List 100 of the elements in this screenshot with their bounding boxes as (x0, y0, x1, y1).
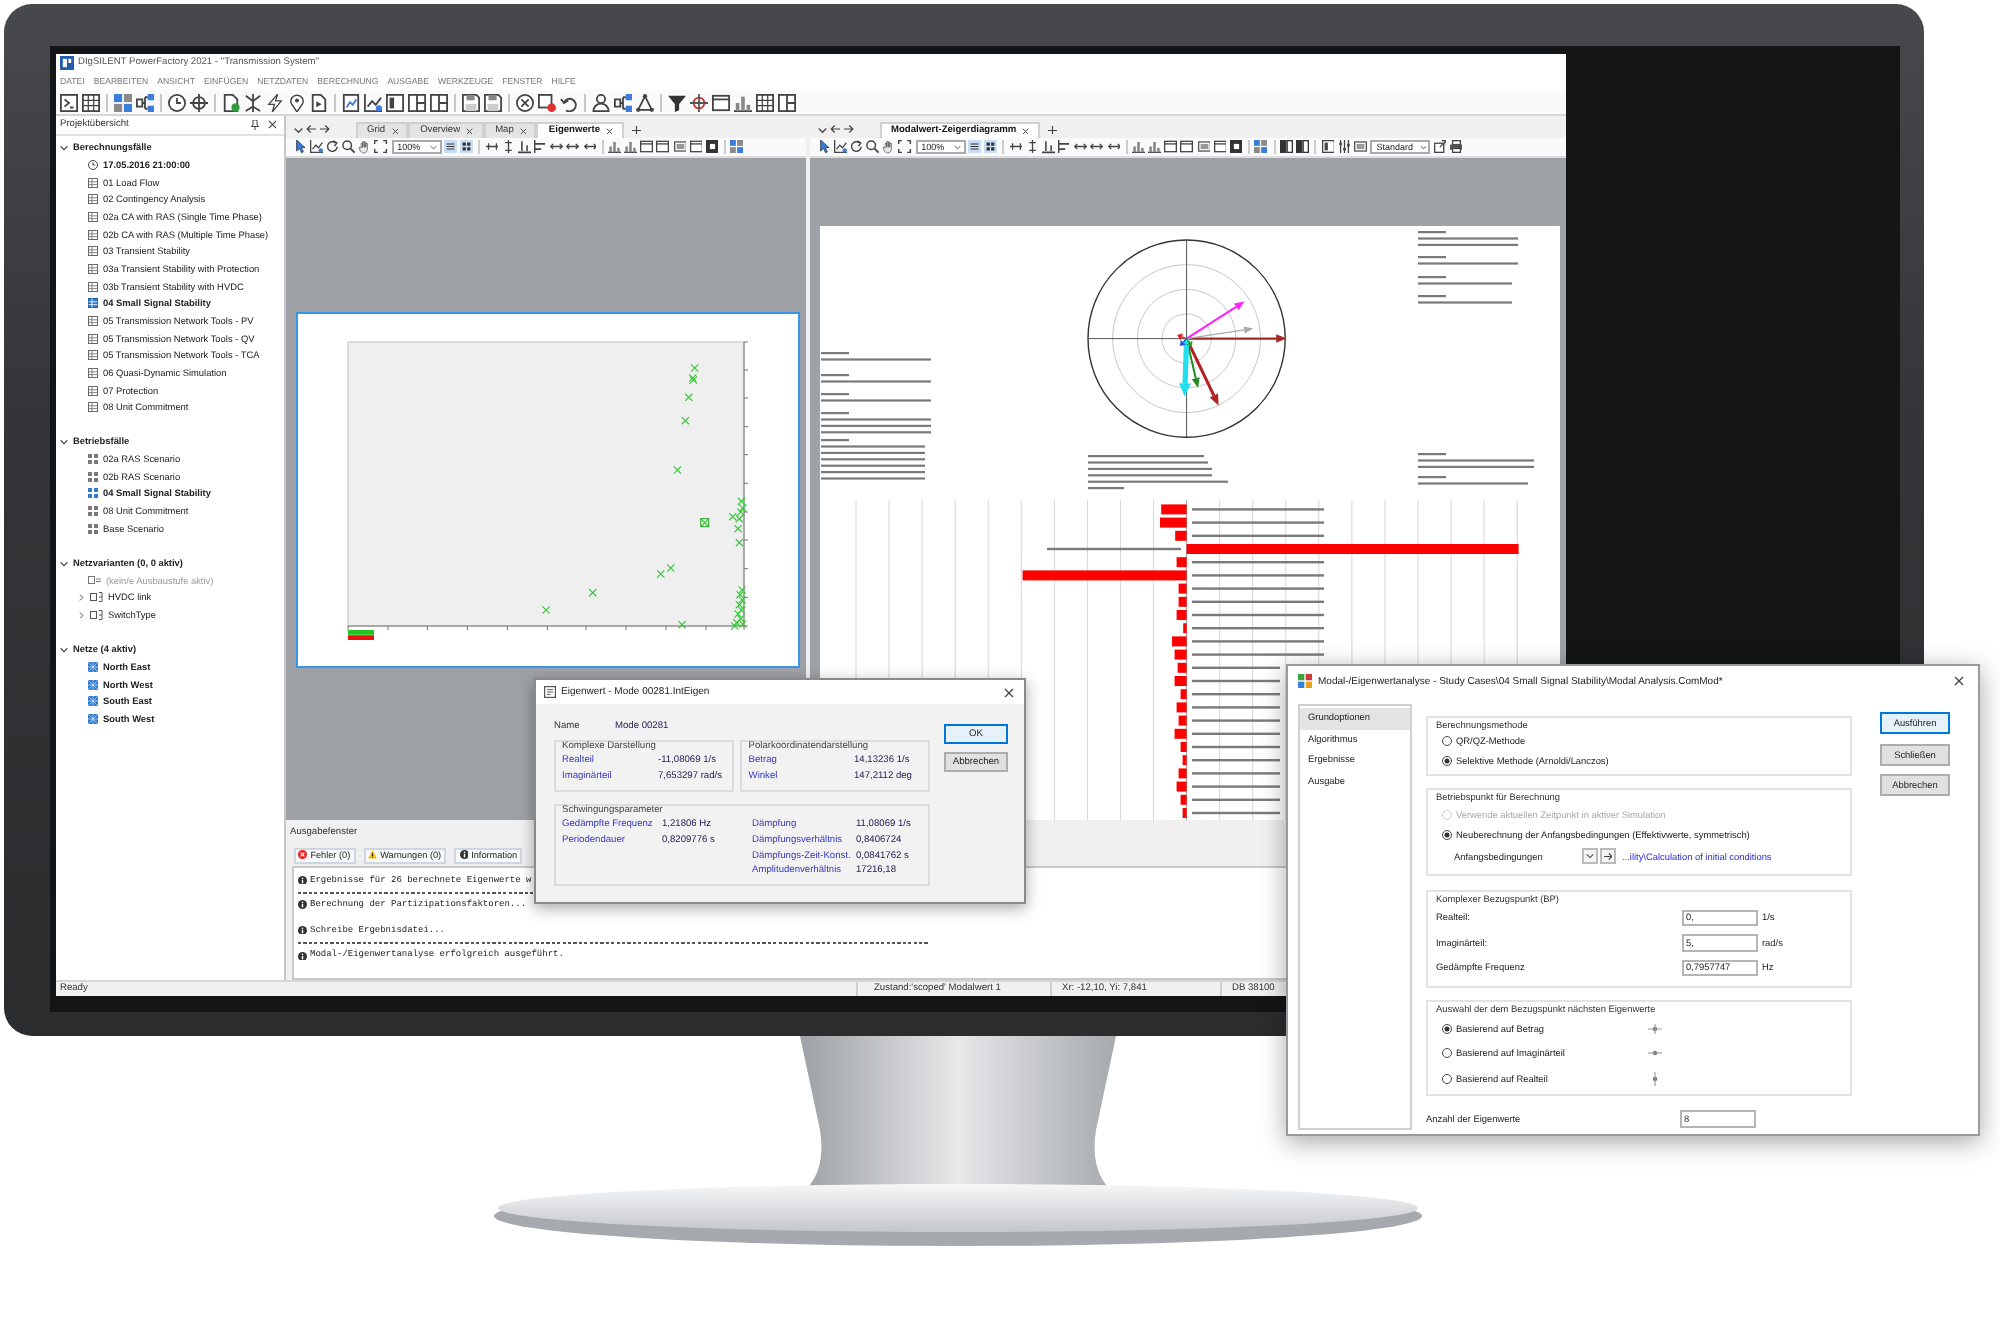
align-bottom-icon[interactable] (1042, 140, 1056, 154)
zoom-icon[interactable] (866, 140, 880, 154)
bar-chart-icon[interactable] (1132, 140, 1146, 154)
grid-view-icon[interactable] (460, 140, 474, 154)
crosshair-icon[interactable] (190, 93, 208, 111)
curved-arrow-icon[interactable] (560, 93, 578, 111)
double-arrow-icon[interactable] (583, 140, 596, 154)
table-icon[interactable] (82, 93, 100, 111)
align-left-icon[interactable] (534, 140, 548, 154)
document-icon[interactable] (222, 93, 240, 111)
terminal-icon[interactable] (60, 93, 78, 111)
sliders-icon[interactable] (1338, 140, 1351, 154)
right-arrow-icon[interactable] (319, 124, 329, 134)
blocks-icon[interactable] (730, 140, 744, 154)
double-arrow-icon[interactable] (1107, 140, 1120, 154)
hand-icon[interactable] (358, 140, 372, 154)
save-icon[interactable] (484, 93, 502, 111)
person-icon[interactable] (592, 93, 610, 111)
columns-icon[interactable] (386, 93, 404, 111)
column-layout-icon[interactable] (1280, 140, 1294, 154)
bar-chart-icon[interactable] (1148, 140, 1162, 154)
radio-icon[interactable] (1442, 829, 1452, 840)
close-icon[interactable] (466, 127, 474, 134)
dark-square-icon[interactable] (1229, 140, 1243, 154)
frame-icon[interactable] (673, 140, 687, 154)
line-chart-icon[interactable] (364, 93, 382, 111)
frame-icon[interactable] (1354, 140, 1368, 154)
busbar-icon[interactable] (485, 140, 499, 154)
left-arrow-icon[interactable] (306, 124, 316, 134)
arrow-button[interactable] (1600, 848, 1616, 865)
location-pin-icon[interactable] (288, 93, 306, 111)
close-icon[interactable] (1022, 127, 1030, 134)
plus-icon[interactable] (632, 125, 641, 134)
dropdown-button[interactable] (1582, 848, 1598, 865)
grid-view-icon[interactable] (984, 140, 998, 154)
fit-icon[interactable] (374, 140, 388, 154)
save-icon[interactable] (462, 93, 480, 111)
radio-icon[interactable] (1442, 736, 1452, 747)
window-icon[interactable] (712, 93, 730, 111)
window-icon[interactable] (640, 140, 654, 154)
caret-icon[interactable] (430, 143, 438, 151)
fit-icon[interactable] (898, 140, 912, 154)
double-arrow-icon[interactable] (566, 140, 580, 154)
circle-x-icon[interactable] (516, 93, 534, 111)
window-icon[interactable] (1213, 140, 1227, 154)
split-window-icon[interactable] (778, 93, 796, 111)
line-chart-icon[interactable] (310, 140, 324, 154)
export-icon[interactable] (1433, 140, 1447, 154)
bar-chart-icon[interactable] (624, 140, 638, 154)
chevron-right-icon[interactable] (78, 594, 85, 602)
chevron-right-icon[interactable] (78, 611, 85, 619)
radio-icon[interactable] (1442, 1073, 1452, 1084)
columns-icon[interactable] (1321, 140, 1335, 154)
right-arrow-icon[interactable] (843, 124, 853, 134)
blocks-icon[interactable] (1254, 140, 1268, 154)
bar-chart-icon[interactable] (734, 93, 752, 111)
refresh-icon[interactable] (850, 140, 864, 154)
printer-icon[interactable] (1449, 140, 1463, 154)
window-icon[interactable] (1164, 140, 1178, 154)
window-icon[interactable] (656, 140, 670, 154)
close-icon[interactable] (391, 127, 399, 134)
refresh-icon[interactable] (326, 140, 340, 154)
double-arrow-icon[interactable] (1090, 140, 1104, 154)
caret-icon[interactable] (1419, 143, 1427, 151)
crosshair-icon[interactable] (690, 93, 708, 111)
radio-icon[interactable] (1442, 1023, 1452, 1034)
branch-icon[interactable] (244, 93, 262, 111)
chart-document-icon[interactable] (342, 93, 360, 111)
dark-square-icon[interactable] (705, 140, 719, 154)
play-document-icon[interactable] (310, 93, 328, 111)
line-chart-icon[interactable] (834, 140, 848, 154)
network-icon[interactable] (136, 93, 154, 111)
window-icon[interactable] (1180, 140, 1194, 154)
plus-icon[interactable] (1048, 125, 1058, 134)
pin-icon[interactable] (249, 120, 259, 130)
double-arrow-icon[interactable] (1074, 140, 1088, 154)
hand-icon[interactable] (882, 140, 896, 154)
close-icon[interactable] (1954, 676, 1964, 686)
frame-icon[interactable] (1197, 140, 1211, 154)
vertical-busbar-icon[interactable] (502, 140, 516, 154)
bar-chart-icon[interactable] (608, 140, 622, 154)
list-view-icon[interactable] (968, 140, 982, 154)
table-icon[interactable] (756, 93, 774, 111)
vertical-busbar-icon[interactable] (1026, 140, 1040, 154)
split-window-icon[interactable] (430, 93, 448, 111)
close-icon[interactable] (1004, 687, 1014, 697)
zoom-icon[interactable] (342, 140, 356, 154)
split-window-icon[interactable] (408, 93, 426, 111)
radio-icon[interactable] (1442, 1048, 1452, 1059)
clock-icon[interactable] (168, 93, 186, 111)
close-icon[interactable] (519, 127, 527, 134)
radio-icon[interactable] (1442, 756, 1452, 767)
cursor-icon[interactable] (294, 140, 307, 154)
align-bottom-icon[interactable] (518, 140, 532, 154)
network-icon[interactable] (614, 93, 632, 111)
caret-icon[interactable] (954, 143, 962, 151)
list-view-icon[interactable] (444, 140, 458, 154)
close-icon[interactable] (606, 127, 613, 134)
left-arrow-icon[interactable] (830, 124, 840, 134)
window-icon[interactable] (689, 140, 703, 154)
